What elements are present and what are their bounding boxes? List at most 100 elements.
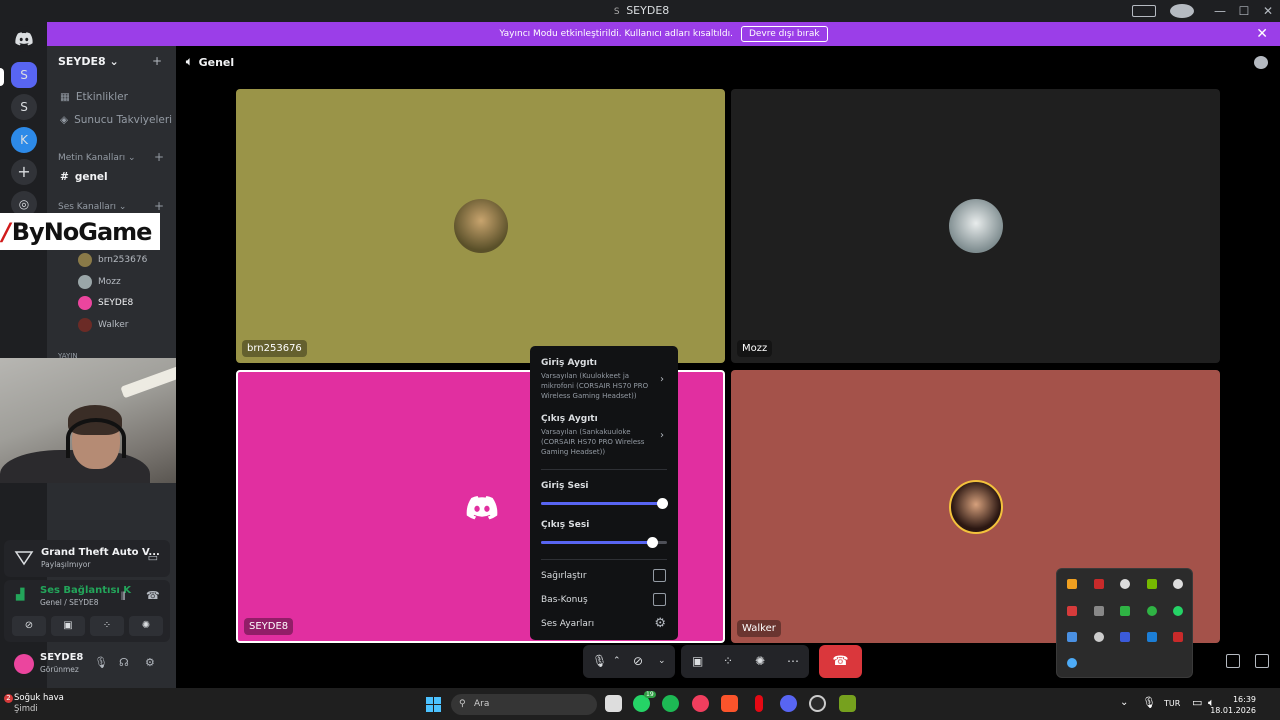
video-tile-brn[interactable]: brn253676 — [236, 89, 725, 363]
input-volume-slider[interactable] — [541, 498, 668, 509]
inbox-icon[interactable] — [1132, 5, 1156, 17]
chevron-right-icon[interactable]: › — [660, 430, 664, 441]
camera-off-icon[interactable]: ⊘ — [633, 654, 643, 668]
voice-category[interactable]: Ses Kanalları ⌄ — [58, 202, 126, 212]
tray-app-icon[interactable] — [1173, 579, 1183, 589]
voice-settings-label[interactable]: Ses Ayarları — [541, 619, 594, 629]
network-icon[interactable]: ▭ — [1192, 696, 1202, 709]
settings-gear-icon[interactable]: ⚙ — [145, 656, 155, 669]
network-icon[interactable] — [1147, 632, 1157, 642]
chevron-up-icon[interactable]: ⌄ — [1120, 697, 1128, 708]
game-icon[interactable] — [839, 695, 856, 712]
disconnect-icon[interactable]: ☎ — [146, 589, 160, 602]
push-to-talk-checkbox[interactable] — [653, 593, 666, 606]
steelseries-icon[interactable] — [809, 695, 826, 712]
screen-share-icon[interactable]: ▣ — [692, 654, 703, 668]
screen-share-button[interactable]: ▣ — [51, 616, 85, 636]
add-text-channel-icon[interactable]: + — [154, 150, 164, 164]
chevron-right-icon[interactable]: › — [660, 374, 664, 385]
weather-widget[interactable]: Soğuk hava Şimdi — [14, 693, 64, 715]
close-window-button[interactable]: ✕ — [1256, 4, 1280, 18]
tray-app-icon[interactable] — [1094, 606, 1104, 616]
chat-bubble-icon[interactable] — [1254, 56, 1268, 69]
discord-home-icon[interactable] — [11, 26, 37, 52]
microphone-icon[interactable]: 🎙︎ — [94, 656, 108, 669]
output-device-title[interactable]: Çıkış Aygıtı — [541, 414, 598, 424]
play-icon[interactable] — [1120, 606, 1130, 616]
brave-icon[interactable] — [721, 695, 738, 712]
soundboard-button[interactable]: ✺ — [129, 616, 163, 636]
language-indicator[interactable]: TUR — [1164, 699, 1180, 708]
microphone-icon[interactable]: 🎙︎ — [1142, 696, 1156, 709]
taskbar-search[interactable]: ⚲ Ara — [451, 694, 597, 715]
tray-app-icon[interactable] — [1120, 579, 1130, 589]
input-volume-label: Giriş Sesi — [541, 481, 589, 491]
add-server-icon[interactable]: + — [11, 159, 37, 185]
minimize-button[interactable]: — — [1208, 4, 1232, 18]
input-device-title[interactable]: Giriş Aygıtı — [541, 358, 597, 368]
steam-icon[interactable] — [1067, 632, 1077, 642]
add-voice-channel-icon[interactable]: + — [154, 199, 164, 213]
camera-off-button[interactable]: ⊘ — [12, 616, 46, 636]
bluetooth-icon[interactable] — [1067, 658, 1077, 668]
user-avatar[interactable] — [14, 654, 34, 674]
output-volume-slider[interactable] — [541, 537, 667, 548]
whatsapp-icon[interactable] — [1173, 606, 1183, 616]
close-banner-icon[interactable]: ✕ — [1256, 26, 1268, 42]
invite-icon[interactable]: + — [152, 54, 162, 68]
voice-user-walker[interactable]: Walker — [78, 318, 128, 332]
window-title: S SEYDE8 — [0, 4, 1280, 17]
more-options-icon[interactable]: ⋯ — [787, 654, 799, 668]
tray-app-icon[interactable] — [1147, 606, 1157, 616]
spotify-icon[interactable] — [662, 695, 679, 712]
maximize-button[interactable]: ☐ — [1232, 4, 1256, 18]
output-volume-label: Çıkış Sesi — [541, 520, 590, 530]
popout-icon[interactable] — [1226, 654, 1240, 668]
events-link[interactable]: ▦ Etkinlikler — [60, 91, 128, 103]
netflix-icon[interactable] — [755, 695, 763, 712]
stream-screen-icon[interactable]: ▭ — [148, 551, 158, 564]
tray-app-icon[interactable] — [1173, 632, 1183, 642]
chevron-up-icon[interactable]: ⌃ — [613, 656, 621, 666]
music-icon[interactable] — [692, 695, 709, 712]
tray-app-icon[interactable] — [1094, 632, 1104, 642]
tray-app-icon[interactable] — [1067, 606, 1077, 616]
discord-icon[interactable] — [780, 695, 797, 712]
user-panel: SEYDE8 Görünmez 🎙︎ ☊ ⚙ — [4, 646, 170, 682]
tray-app-icon[interactable] — [1120, 632, 1130, 642]
leave-call-button[interactable]: ☎ — [819, 645, 862, 678]
video-tile-mozz[interactable]: Mozz — [731, 89, 1220, 363]
fullscreen-icon[interactable] — [1255, 654, 1269, 668]
tray-app-icon[interactable] — [1094, 579, 1104, 589]
voice-user-mozz[interactable]: Mozz — [78, 275, 121, 289]
boosts-link[interactable]: ◈ Sunucu Takviyeleri — [60, 114, 172, 126]
server-icon-s[interactable]: S — [11, 94, 37, 120]
noise-suppression-icon[interactable]: ⫴ — [121, 590, 126, 604]
headphones-icon[interactable]: ☊ — [119, 656, 129, 669]
server-icon-k[interactable]: K — [11, 127, 37, 153]
deafen-checkbox[interactable] — [653, 569, 666, 582]
disable-streamer-mode-button[interactable]: Devre dışı bırak — [740, 26, 828, 42]
help-icon[interactable]: ? — [1170, 4, 1194, 18]
task-view-icon[interactable] — [605, 695, 622, 712]
chevron-down-icon[interactable]: ⌄ — [658, 656, 666, 666]
nvidia-icon[interactable] — [1147, 579, 1157, 589]
avatar — [454, 199, 508, 253]
soundboard-icon[interactable]: ✺ — [755, 654, 765, 668]
server-name[interactable]: SEYDE8 ⌄ — [58, 55, 119, 68]
activities-icon[interactable]: ⁘ — [723, 654, 733, 668]
clock[interactable]: 16:39 18.01.2026 — [1210, 694, 1256, 716]
text-category[interactable]: Metin Kanalları ⌄ — [58, 153, 136, 163]
voice-user-seyde8[interactable]: SEYDE8 — [78, 296, 133, 310]
start-button[interactable] — [426, 697, 441, 712]
windows-taskbar: 2 Soğuk hava Şimdi ⚲ Ara 19 ⌄ 🎙︎ TUR ▭ 🔈︎ … — [0, 688, 1280, 720]
microphone-icon[interactable]: 🎙︎ — [592, 654, 607, 668]
channel-genel[interactable]: # genel — [60, 171, 108, 183]
tile-name: brn253676 — [242, 340, 307, 357]
settings-gear-icon[interactable]: ⚙ — [654, 616, 666, 631]
server-icon-seyde8[interactable]: S — [11, 62, 37, 88]
tray-app-icon[interactable] — [1067, 579, 1077, 589]
voice-user-brn[interactable]: brn253676 — [78, 253, 147, 267]
activity-panel[interactable]: Grand Theft Auto V... Paylaşılmıyor ▭ — [4, 540, 170, 577]
activities-button[interactable]: ⁘ — [90, 616, 124, 636]
